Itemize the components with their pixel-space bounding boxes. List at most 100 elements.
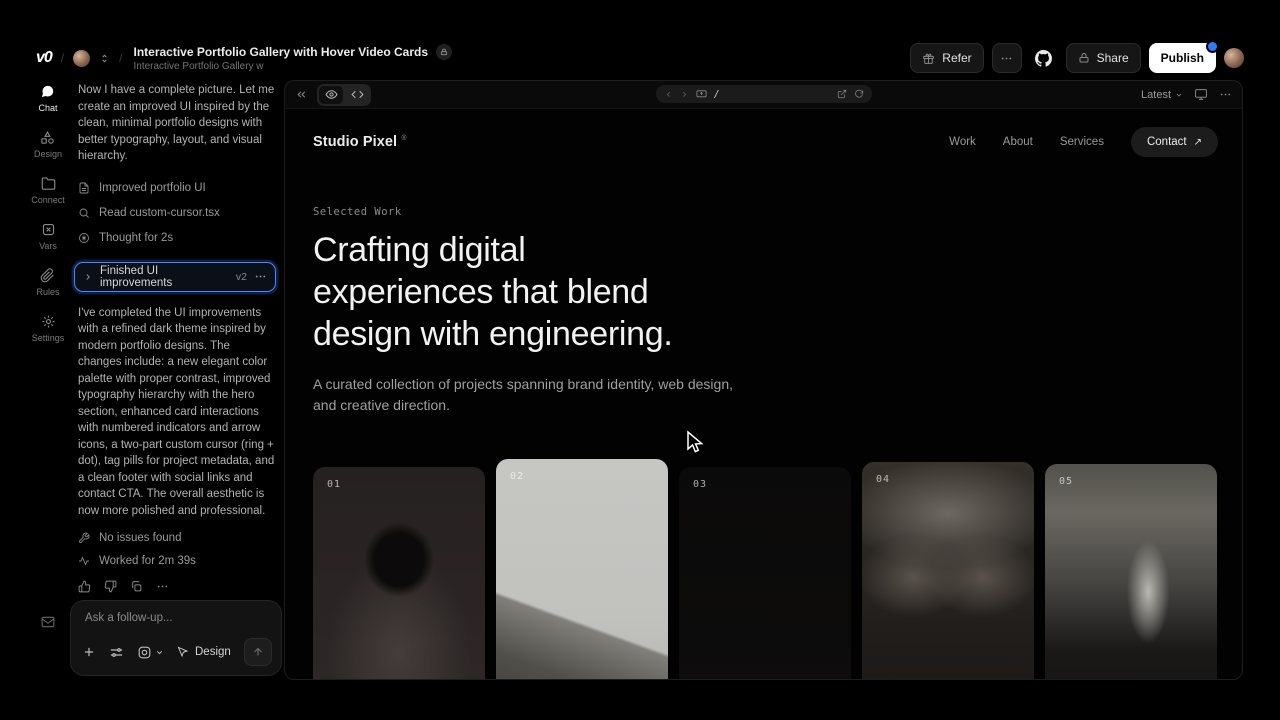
preview-more-icon[interactable]: [1219, 88, 1232, 101]
hero-subheading-line: A curated collection of projects spannin…: [313, 374, 733, 395]
site-brand[interactable]: Studio Pixel ®: [313, 134, 407, 150]
chevron-right-icon: [83, 272, 93, 282]
sidebar-item-chat[interactable]: Chat: [38, 84, 57, 113]
brand-mark: ®: [401, 135, 406, 142]
send-button[interactable]: [244, 638, 272, 666]
chat-panel: Now I have a complete picture. Let me cr…: [70, 80, 282, 720]
preview-eye-toggle[interactable]: [319, 86, 343, 104]
chat-input[interactable]: [83, 611, 269, 625]
tool-step-improved-ui[interactable]: Improved portfolio UI: [78, 176, 276, 201]
sidebar-item-rules[interactable]: Rules: [36, 268, 59, 297]
search-icon: [78, 207, 90, 219]
code-icon: [351, 88, 364, 101]
code-view-toggle[interactable]: [345, 86, 369, 104]
model-picker[interactable]: [137, 645, 164, 660]
sidebar-label: Connect: [31, 195, 65, 205]
card-number: 01: [327, 479, 341, 490]
github-button[interactable]: [1030, 44, 1058, 72]
version-dropdown[interactable]: Latest: [1141, 89, 1183, 101]
card-number: 03: [693, 479, 707, 490]
assistant-message: Now I have a complete picture. Let me cr…: [78, 82, 276, 165]
paperclip-icon: [40, 268, 55, 283]
hero-subheading: A curated collection of projects spannin…: [313, 374, 733, 416]
tool-step-label: Thought for 2s: [99, 232, 173, 244]
chevron-updown-icon[interactable]: [99, 52, 110, 65]
back-icon[interactable]: [664, 90, 673, 99]
project-title: Interactive Portfolio Gallery with Hover…: [133, 45, 428, 59]
sidebar-item-design[interactable]: Design: [34, 130, 62, 159]
pointer-icon: [177, 646, 189, 658]
sidebar-item-vars[interactable]: Vars: [39, 222, 57, 251]
url-bar[interactable]: /: [656, 85, 872, 103]
task-more-icon[interactable]: [254, 270, 267, 283]
arrow-up-icon: [252, 646, 264, 658]
share-label: Share: [1097, 51, 1129, 65]
account-avatar[interactable]: [1224, 48, 1244, 68]
shapes-icon: [40, 130, 55, 145]
version-label: Latest: [1141, 89, 1171, 101]
inbox-icon[interactable]: [40, 615, 56, 629]
gear-icon: [41, 314, 56, 329]
sidebar-item-connect[interactable]: Connect: [31, 176, 65, 205]
eyebrow-label: Selected Work: [313, 206, 402, 218]
project-subtitle: Interactive Portfolio Gallery w: [133, 61, 452, 72]
sidebar-label: Vars: [39, 241, 57, 251]
chat-bubble-icon: [40, 84, 55, 99]
publish-button[interactable]: Publish: [1149, 43, 1216, 73]
notification-dot: [1206, 40, 1219, 53]
private-lock-icon: [436, 44, 452, 60]
contact-button[interactable]: Contact ↗: [1131, 127, 1218, 157]
finished-task-card[interactable]: Finished UI improvements v2: [74, 262, 276, 292]
sidebar-item-settings[interactable]: Settings: [32, 314, 65, 343]
hero-heading-line: design with engineering.: [313, 313, 673, 355]
gift-icon: [922, 52, 935, 65]
wrench-icon: [78, 532, 90, 544]
card-number: 04: [876, 474, 890, 485]
user-avatar[interactable]: [73, 50, 90, 67]
nav-link-work[interactable]: Work: [949, 136, 976, 148]
collapse-panel-icon[interactable]: [295, 88, 308, 101]
tool-step-thought[interactable]: Thought for 2s: [78, 226, 276, 251]
project-card-03[interactable]: 03: [679, 467, 851, 680]
sidebar-label: Rules: [36, 287, 59, 297]
more-options-button[interactable]: [992, 43, 1022, 73]
v0-logo[interactable]: v0: [36, 49, 52, 67]
sidebar-label: Chat: [38, 103, 57, 113]
design-mode-button[interactable]: Design: [177, 646, 231, 658]
project-card-05[interactable]: 05: [1045, 464, 1217, 680]
nav-link-about[interactable]: About: [1003, 136, 1033, 148]
card-number: 02: [510, 471, 524, 482]
project-card-02[interactable]: 02: [496, 459, 668, 680]
tool-step-read-file[interactable]: Read custom-cursor.tsx: [78, 201, 276, 226]
thought-icon: [78, 232, 90, 244]
device-desktop-icon[interactable]: [1194, 88, 1208, 101]
folder-icon: [41, 176, 56, 191]
share-button[interactable]: Share: [1066, 43, 1141, 73]
lock-icon: [1078, 52, 1090, 64]
left-rail: Chat Design Connect Vars Rules Settings: [24, 84, 72, 360]
chat-input-card[interactable]: Design: [70, 600, 282, 676]
no-issues-row[interactable]: No issues found: [78, 532, 276, 544]
project-card-01[interactable]: 01: [313, 467, 485, 680]
forward-icon[interactable]: [680, 90, 689, 99]
project-card-04[interactable]: 04: [862, 462, 1034, 680]
site-nav: Work About Services Contact ↗: [949, 127, 1218, 157]
vars-icon: [41, 222, 56, 237]
preview-toolbar: / Latest: [285, 81, 1242, 109]
refresh-icon[interactable]: [854, 89, 864, 99]
arrow-up-right-icon: ↗: [1194, 137, 1202, 148]
feedback-row: [78, 580, 276, 593]
chevron-down-icon: [155, 648, 164, 657]
refer-button[interactable]: Refer: [910, 43, 983, 73]
tool-steps: Improved portfolio UI Read custom-cursor…: [78, 176, 276, 251]
copy-icon[interactable]: [130, 580, 143, 593]
ellipsis-icon: [1000, 52, 1013, 65]
message-more-icon[interactable]: [156, 580, 169, 593]
sliders-icon[interactable]: [109, 645, 124, 660]
nav-link-services[interactable]: Services: [1060, 136, 1104, 148]
open-external-icon[interactable]: [837, 89, 847, 99]
attach-plus-icon[interactable]: [82, 645, 96, 659]
thumbs-down-icon[interactable]: [104, 580, 117, 593]
tool-step-label: Improved portfolio UI: [99, 182, 206, 194]
thumbs-up-icon[interactable]: [78, 580, 91, 593]
